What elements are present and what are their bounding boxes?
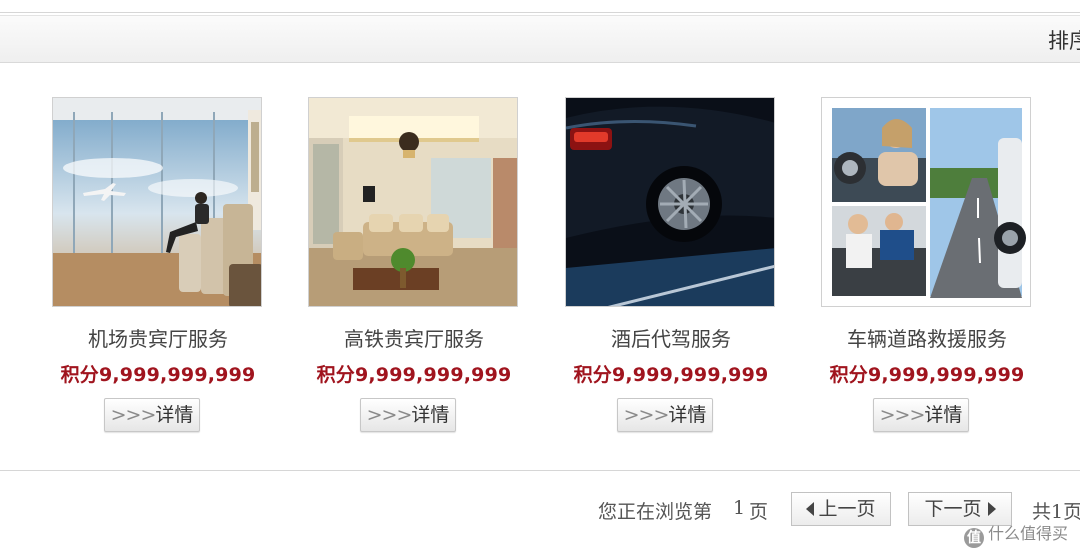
watermark: 值什么值得买: [963, 520, 1068, 548]
detail-button[interactable]: >>>详情: [360, 398, 456, 432]
product-points: 积分9,999,999,999: [316, 364, 512, 386]
bottom-divider: [0, 470, 1080, 471]
prev-page-button[interactable]: 上一页: [791, 492, 891, 526]
page: 排序 机场贵宾厅服务 积分9,999,999,999 >>>详情 高铁贵宾厅服务…: [0, 0, 1080, 558]
sort-bar: 排序: [0, 15, 1080, 63]
detail-label: 详情: [411, 404, 450, 426]
product-title[interactable]: 高铁贵宾厅服务: [288, 323, 540, 352]
pager-browsing-prefix: 您正在浏览第: [598, 501, 713, 523]
detail-arrows: >>>: [879, 404, 926, 426]
train-lounge-image[interactable]: [308, 97, 518, 307]
car-night-photo: [566, 98, 774, 306]
roadside-assistance-collage: [822, 98, 1030, 306]
product-title[interactable]: 车辆道路救援服务: [801, 323, 1053, 352]
detail-button[interactable]: >>>详情: [873, 398, 969, 432]
product-points: 积分9,999,999,999: [573, 364, 769, 386]
smzdm-logo-icon: 值: [963, 528, 984, 548]
designated-driver-image[interactable]: [565, 97, 775, 307]
triangle-right-icon: [987, 502, 996, 516]
detail-label: 详情: [668, 404, 707, 426]
airport-lounge-image[interactable]: [52, 97, 262, 307]
roadside-assistance-image[interactable]: [821, 97, 1031, 307]
triangle-left-icon: [806, 502, 815, 516]
prev-page-label: 上一页: [818, 498, 876, 520]
watermark-text: 什么值得买: [987, 524, 1068, 543]
next-page-label: 下一页: [924, 498, 982, 520]
pager-page-suffix: 页: [749, 501, 769, 523]
detail-button[interactable]: >>>详情: [104, 398, 200, 432]
sort-button[interactable]: 排序: [1048, 25, 1080, 55]
detail-arrows: >>>: [623, 404, 670, 426]
train-vip-lounge-photo: [309, 98, 517, 306]
detail-arrows: >>>: [366, 404, 413, 426]
pager-current-page: 1: [733, 497, 746, 519]
detail-label: 详情: [924, 404, 963, 426]
product-title[interactable]: 酒后代驾服务: [545, 323, 797, 352]
airport-lounge-photo: [53, 98, 261, 306]
detail-label: 详情: [155, 404, 194, 426]
product-points: 积分9,999,999,999: [60, 364, 256, 386]
product-title[interactable]: 机场贵宾厅服务: [32, 323, 284, 352]
top-divider: [0, 12, 1080, 13]
detail-button[interactable]: >>>详情: [617, 398, 713, 432]
product-points: 积分9,999,999,999: [829, 364, 1025, 386]
detail-arrows: >>>: [110, 404, 157, 426]
